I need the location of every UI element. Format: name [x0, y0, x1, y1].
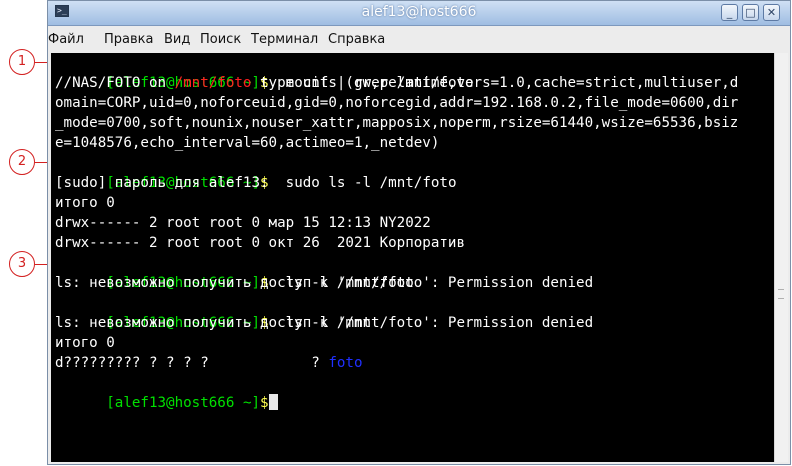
output-line: e=1048576,echo_interval=60,actimeo=1,_ne…: [55, 135, 440, 151]
menu-search[interactable]: Поиск: [200, 32, 241, 47]
step-callout-2: 2: [9, 149, 35, 175]
output-line: [sudo] пароль для alef13:: [55, 175, 269, 191]
step-callout-1: 1: [9, 49, 35, 75]
vertical-scrollbar[interactable]: [774, 53, 788, 462]
menu-edit[interactable]: Правка: [104, 32, 153, 47]
scrollbar-grip-icon[interactable]: [778, 289, 784, 299]
window-title: alef13@host666: [361, 4, 477, 20]
close-button[interactable]: ✕: [763, 4, 780, 21]
output-line: drwx------ 2 root root 0 мар 15 12:13 NY…: [55, 215, 431, 231]
minimize-button[interactable]: _: [721, 4, 738, 21]
step-callout-3: 3: [9, 251, 35, 277]
maximize-button[interactable]: □: [742, 4, 759, 21]
command-text: sudo ls -l /mnt/foto: [285, 175, 457, 191]
menu-terminal[interactable]: Терминал: [251, 32, 318, 47]
output-line: d????????? ? ? ? ? ? foto: [55, 355, 363, 371]
menu-file[interactable]: Файл: [48, 32, 84, 47]
output-line: //NAS/FOTO on /mnt/foto type cifs (rw,re…: [55, 75, 739, 91]
terminal-output[interactable]: [alef13@host666 ~]$ mount | grep /mnt/fo…: [51, 53, 774, 462]
text-cursor: [268, 394, 278, 410]
output-line: итого 0: [55, 335, 115, 351]
menu-view[interactable]: Вид: [164, 32, 190, 47]
mount-path-highlight: /mnt/foto: [174, 75, 252, 91]
prompt-line-current: [alef13@host666 ~]$: [55, 373, 278, 433]
title-bar[interactable]: >_ alef13@host666 _ □ ✕: [48, 1, 790, 26]
output-line: ls: невозможно получить доступ к '/mnt/f…: [55, 275, 594, 291]
menu-bar: Файл Правка Вид Поиск Терминал Справка: [48, 26, 790, 53]
output-line: _mode=0700,soft,nounix,nouser_xattr,mapp…: [55, 115, 739, 131]
callout-connector-1: [35, 62, 47, 63]
output-line: ls: невозможно получить доступ к '/mnt/f…: [55, 315, 594, 331]
output-line: итого 0: [55, 195, 115, 211]
callout-connector-3: [35, 264, 47, 265]
output-line: omain=CORP,uid=0,noforceuid,gid=0,noforc…: [55, 95, 739, 111]
terminal-window: >_ alef13@host666 _ □ ✕ Файл Правка Вид …: [47, 0, 791, 465]
output-line: drwx------ 2 root root 0 окт 26 2021 Кор…: [55, 235, 465, 251]
callout-connector-2: [35, 162, 47, 163]
menu-help[interactable]: Справка: [328, 32, 385, 47]
foto-dir-name: foto: [328, 355, 363, 371]
